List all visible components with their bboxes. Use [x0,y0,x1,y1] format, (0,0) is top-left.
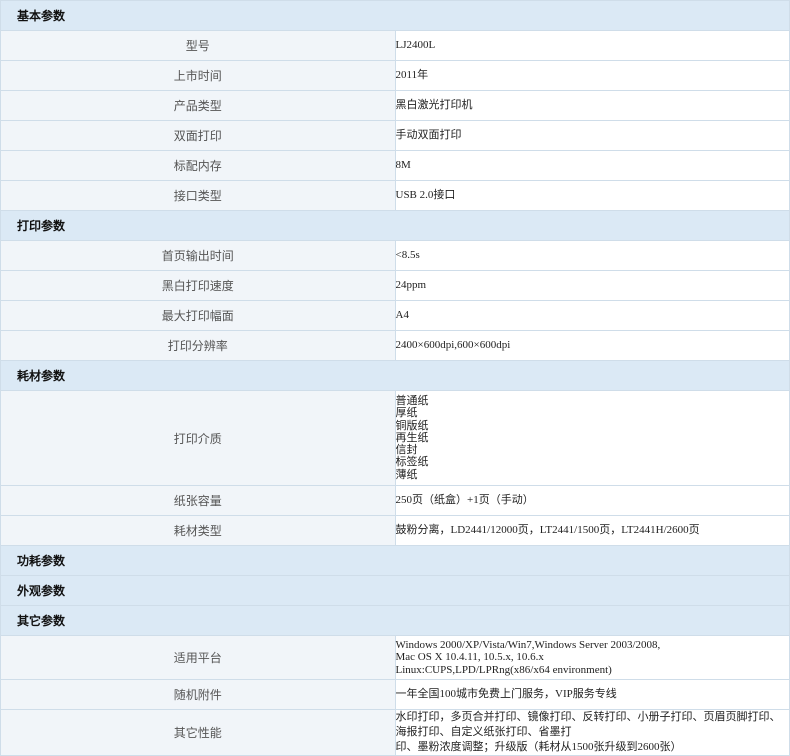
media-item: 铜版纸 [395,419,429,432]
spec-value-max-size: A4 [394,300,790,331]
spec-value-memory: 8M [394,150,790,181]
media-item: 标签纸 [395,456,429,469]
spec-row: 其它性能 水印打印，多页合并打印、镜像打印、反转打印、小册子打印、页眉页脚打印、… [0,709,790,756]
spec-value-duplex: 手动双面打印 [394,120,790,151]
spec-label-platform: 适用平台 [0,635,396,680]
spec-label-memory: 标配内存 [0,150,396,181]
spec-value-interface: USB 2.0接口 [394,180,790,211]
spec-label-features: 其它性能 [0,709,396,756]
spec-value-platform: Windows 2000/XP/Vista/Win7,Windows Serve… [394,635,790,680]
spec-label-resolution: 打印分辨率 [0,330,396,361]
spec-table: 基本参数 型号 LJ2400L 上市时间 2011年 产品类型 黑白激光打印机 … [0,0,790,756]
spec-row: 打印介质 普通纸 厚纸 铜版纸 再生纸 信封 标签纸 薄纸 [0,390,790,486]
spec-value-product-type: 黑白激光打印机 [394,90,790,121]
spec-value-first-page: <8.5s [394,240,790,271]
media-item: 薄纸 [395,468,418,481]
spec-row: 随机附件 一年全国100城市免费上门服务，VIP服务专线 [0,679,790,710]
spec-value-model: LJ2400L [394,30,790,61]
spec-label-media: 打印介质 [0,390,396,486]
spec-label-paper-capacity: 纸张容量 [0,485,396,516]
section-title-other: 其它参数 [0,605,790,636]
spec-label-model: 型号 [0,30,396,61]
spec-row: 标配内存 8M [0,150,790,181]
spec-value-paper-capacity: 250页（纸盒）+1页（手动） [394,485,790,516]
media-item: 信封 [395,444,418,457]
features-line: 水印打印，多页合并打印、镜像打印、反转打印、小册子打印、页眉页脚打印、海报打印、… [395,711,781,738]
spec-row: 耗材类型 鼓粉分离，LD2441/12000页，LT2441/1500页，LT2… [0,515,790,546]
section-title-consumables: 耗材参数 [0,360,790,391]
spec-row: 上市时间 2011年 [0,60,790,91]
spec-row: 首页输出时间 <8.5s [0,240,790,271]
section-title-appearance: 外观参数 [0,575,790,606]
spec-value-accessories: 一年全国100城市免费上门服务，VIP服务专线 [394,679,790,710]
platform-line: Windows 2000/XP/Vista/Win7,Windows Serve… [395,639,661,652]
section-header-print: 打印参数 [0,210,790,241]
section-header-appearance: 外观参数 [0,575,790,606]
spec-label-interface: 接口类型 [0,180,396,211]
spec-value-features: 水印打印，多页合并打印、镜像打印、反转打印、小册子打印、页眉页脚打印、海报打印、… [394,709,790,756]
spec-label-accessories: 随机附件 [0,679,396,710]
platform-line: Mac OS X 10.4.11, 10.5.x, 10.6.x [395,651,544,664]
spec-row: 最大打印幅面 A4 [0,300,790,331]
media-item: 普通纸 [395,395,429,408]
section-header-power: 功耗参数 [0,545,790,576]
spec-row: 黑白打印速度 24ppm [0,270,790,301]
section-title-print: 打印参数 [0,210,790,241]
spec-label-duplex: 双面打印 [0,120,396,151]
section-header-consumables: 耗材参数 [0,360,790,391]
spec-label-release-date: 上市时间 [0,60,396,91]
section-title-basic: 基本参数 [0,0,790,31]
spec-value-media: 普通纸 厚纸 铜版纸 再生纸 信封 标签纸 薄纸 [394,390,790,486]
platform-line: Linux:CUPS,LPD/LPRng(x86/x64 environment… [395,663,612,676]
spec-row: 适用平台 Windows 2000/XP/Vista/Win7,Windows … [0,635,790,680]
spec-value-release-date: 2011年 [394,60,790,91]
spec-row: 打印分辨率 2400×600dpi,600×600dpi [0,330,790,361]
spec-row: 型号 LJ2400L [0,30,790,61]
spec-value-print-speed: 24ppm [394,270,790,301]
spec-row: 产品类型 黑白激光打印机 [0,90,790,121]
spec-row: 双面打印 手动双面打印 [0,120,790,151]
media-item: 再生纸 [395,431,429,444]
spec-label-max-size: 最大打印幅面 [0,300,396,331]
spec-label-product-type: 产品类型 [0,90,396,121]
spec-value-consumable-type: 鼓粉分离，LD2441/12000页，LT2441/1500页，LT2441H/… [394,515,790,546]
spec-label-consumable-type: 耗材类型 [0,515,396,546]
spec-row: 纸张容量 250页（纸盒）+1页（手动） [0,485,790,516]
media-item: 厚纸 [395,407,418,420]
spec-label-first-page: 首页输出时间 [0,240,396,271]
section-header-other: 其它参数 [0,605,790,636]
spec-value-resolution: 2400×600dpi,600×600dpi [394,330,790,361]
section-header-basic: 基本参数 [0,0,790,31]
spec-row: 接口类型 USB 2.0接口 [0,180,790,211]
spec-label-print-speed: 黑白打印速度 [0,270,396,301]
section-title-power: 功耗参数 [0,545,790,576]
